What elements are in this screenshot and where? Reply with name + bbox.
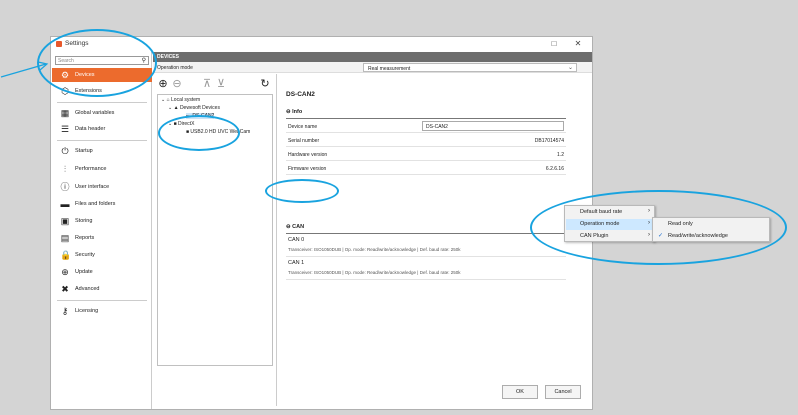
warning-icon: ▲ <box>173 105 179 111</box>
info-row: Serial number DB17014574 <box>286 134 566 147</box>
highlight-ellipse-devices <box>37 29 157 97</box>
move-up-icon[interactable]: ⊼ <box>201 78 213 90</box>
info-section-label: Info <box>292 109 303 115</box>
lock-icon: 🔒 <box>60 250 72 260</box>
devices-header: DEVICES <box>153 52 592 62</box>
refresh-icon[interactable]: ↻ <box>259 78 271 90</box>
info-row: Firmware version 6.2.6.16 <box>286 162 566 175</box>
sidebar-item-label: Performance <box>75 166 107 172</box>
sidebar-item-label: User interface <box>75 184 110 190</box>
info-row-key: Firmware version <box>288 166 327 172</box>
folder-icon: ▬ <box>60 199 70 209</box>
tree-node-local-system[interactable]: ⌄ ⌂ Local system <box>161 97 200 103</box>
sidebar-item-startup[interactable]: ⏻ Startup <box>52 144 152 158</box>
sidebar-item-global-variables[interactable]: ▦ Global variables <box>52 106 152 120</box>
sidebar-item-update[interactable]: ⊕ Update <box>52 265 152 279</box>
sidebar-item-label: Global variables <box>75 110 115 116</box>
sidebar-item-performance[interactable]: ⫶ Performance <box>52 162 152 176</box>
info-row-key: Device name <box>288 124 318 130</box>
move-down-icon[interactable]: ⊻ <box>215 78 227 90</box>
sliders-icon: ⫶ <box>63 164 67 174</box>
highlight-ellipse-ds-can2 <box>158 115 240 151</box>
can-channel-description: Transceiver: ISO1050DUB | Op. mode: Read… <box>288 270 461 275</box>
key-icon: ⚷ <box>61 306 69 316</box>
sidebar-item-reports[interactable]: ▤ Reports <box>52 231 152 245</box>
sidebar-divider <box>57 300 147 301</box>
sidebar-item-label: Update <box>75 269 93 275</box>
sidebar-divider <box>57 102 147 103</box>
sidebar-item-label: Advanced <box>75 286 100 292</box>
tree-node-dewesoft[interactable]: ⌄ ▲ Dewesoft Devices <box>168 105 220 111</box>
cancel-button[interactable]: Cancel <box>545 385 581 399</box>
sidebar-item-storing[interactable]: ▣ Storing <box>52 214 152 228</box>
sidebar-item-licensing[interactable]: ⚷ Licensing <box>52 304 152 318</box>
sidebar-divider <box>57 140 147 141</box>
devices-header-label: DEVICES <box>157 54 179 60</box>
home-icon: ⌂ <box>166 97 170 103</box>
maximize-button[interactable]: □ <box>547 38 561 50</box>
save-icon: ▣ <box>60 216 70 226</box>
sidebar-item-files-and-folders[interactable]: ▬ Files and folders <box>52 197 152 211</box>
sidebar-item-label: Startup <box>75 148 93 154</box>
power-icon: ⏻ <box>61 146 69 156</box>
info-row-key: Hardware version <box>288 152 328 158</box>
remove-icon[interactable]: ⊖ <box>171 78 183 90</box>
info-row-key: Serial number <box>288 138 320 144</box>
sidebar-item-label: Security <box>75 252 95 258</box>
sidebar-item-label: Files and folders <box>75 201 116 207</box>
can-divider <box>286 233 566 234</box>
info-icon: ⓘ <box>60 182 70 192</box>
operation-mode-select[interactable]: Real measurement ⌄ <box>363 63 577 72</box>
info-row: Hardware version 1.2 <box>286 148 566 161</box>
sidebar-item-label: Licensing <box>75 308 99 314</box>
sidebar-item-label: Reports <box>75 235 95 241</box>
highlight-ellipse-can <box>265 179 339 203</box>
ok-button[interactable]: OK <box>502 385 538 399</box>
chevron-down-icon: ⌄ <box>567 65 573 71</box>
info-row: Device name DS-CAN2 <box>286 120 566 133</box>
list-icon: ☰ <box>60 124 70 134</box>
highlight-ellipse-menu <box>530 190 787 265</box>
sidebar-item-label: Storing <box>75 218 93 224</box>
sidebar-item-label: Data header <box>75 126 106 132</box>
operation-mode-label: Operation mode <box>157 65 193 71</box>
can-channel-title: CAN 1 <box>288 260 305 266</box>
operation-mode-bar: Operation mode Real measurement ⌄ <box>153 62 592 73</box>
info-row-value: 6.2.6.16 <box>545 166 564 172</box>
tree-group1-label: Dewesoft Devices <box>179 105 220 111</box>
info-section-header[interactable]: ⊖ Info <box>286 109 302 115</box>
tools-icon: ✖ <box>61 284 69 294</box>
tree-root-label: Local system <box>171 97 201 103</box>
can-channel-row[interactable]: CAN 1 Transceiver: ISO1050DUB | Op. mode:… <box>286 258 566 280</box>
device-name-field[interactable]: DS-CAN2 <box>422 121 564 131</box>
calendar-icon: ▦ <box>60 108 70 118</box>
can-section-label: CAN <box>292 224 305 230</box>
sidebar-item-security[interactable]: 🔒 Security <box>52 248 152 262</box>
info-row-value: 1.2 <box>557 152 564 158</box>
close-button[interactable]: ✕ <box>571 38 585 50</box>
can-channel-title: CAN 0 <box>288 237 305 243</box>
report-icon: ▤ <box>60 233 70 243</box>
can-channel-row[interactable]: CAN 0 Transceiver: ISO1050DUB | Op. mode:… <box>286 235 566 257</box>
sidebar: Search ⚲ ⚙ Devices ⬡ Extensions ▦ Global vari… <box>52 52 152 409</box>
can-channel-description: Transceiver: ISO1050DUB | Op. mode: Read… <box>288 247 461 252</box>
operation-mode-value: Real measurement <box>368 65 411 72</box>
device-title: DS-CAN2 <box>286 91 315 98</box>
sidebar-item-user-interface[interactable]: ⓘ User interface <box>52 180 152 194</box>
can-section-header[interactable]: ⊖ CAN <box>286 224 304 230</box>
info-row-value: DB17014574 <box>534 138 564 144</box>
device-name-value: DS-CAN2 <box>426 124 448 130</box>
info-divider <box>286 118 566 119</box>
update-icon: ⊕ <box>61 267 69 277</box>
sidebar-item-advanced[interactable]: ✖ Advanced <box>52 282 152 296</box>
settings-window: Settings □ ✕ Search ⚲ ⚙ Devices ⬡ Extension… <box>50 36 593 410</box>
sidebar-item-data-header[interactable]: ☰ Data header <box>52 122 152 136</box>
add-icon[interactable]: ⊕ <box>157 78 169 90</box>
